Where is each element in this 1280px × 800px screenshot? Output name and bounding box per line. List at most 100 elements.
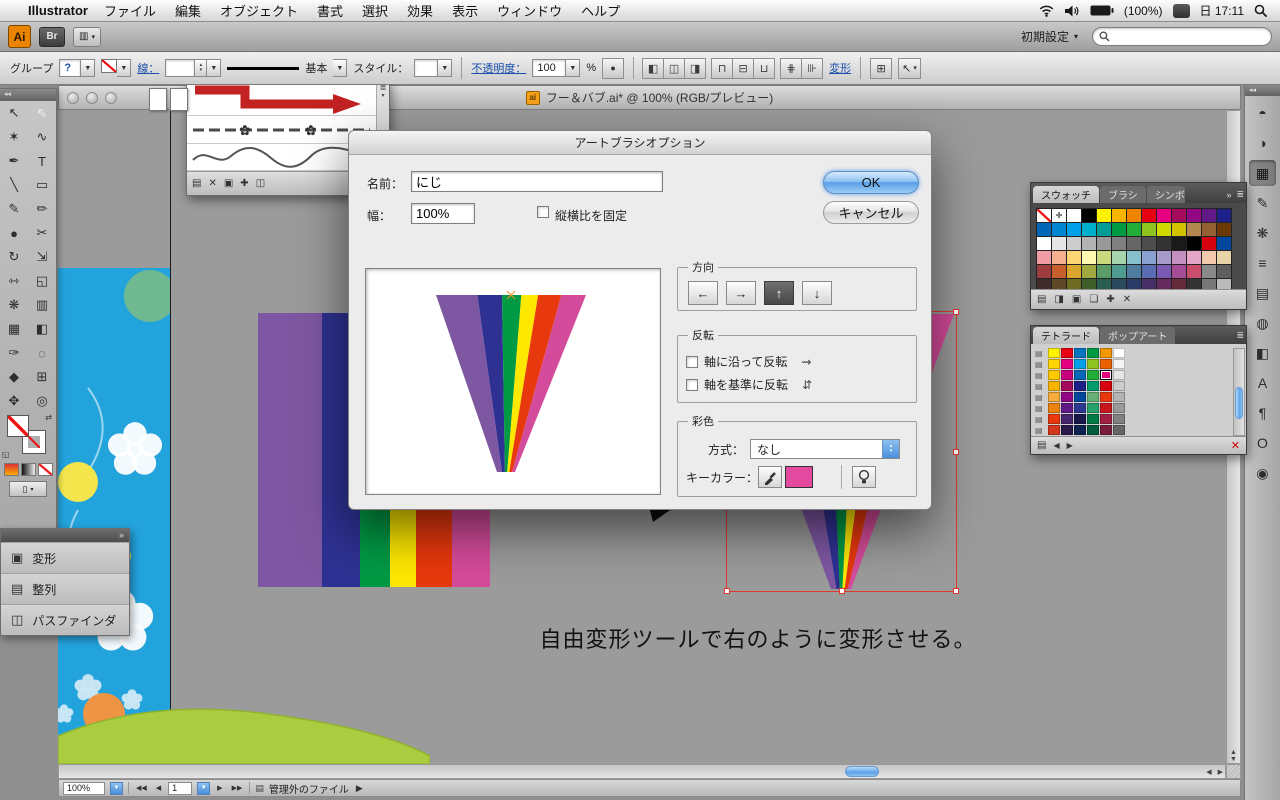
appearance-dropdown-icon[interactable]: ▼ (81, 59, 96, 77)
tab-popart[interactable]: ポップアート (1100, 327, 1176, 344)
swatch[interactable] (1113, 381, 1125, 391)
isolate-selected-object-button[interactable]: ⊞ (870, 57, 893, 79)
swatch[interactable] (1113, 425, 1125, 435)
style-field[interactable] (414, 59, 439, 77)
swatch[interactable] (1074, 359, 1086, 369)
swatch[interactable] (1112, 237, 1126, 250)
swatch[interactable] (1052, 251, 1066, 264)
opacity-link[interactable]: 不透明度： (471, 60, 526, 76)
symbol-sprayer-tool[interactable]: ❋ (0, 293, 28, 317)
scale-tool[interactable]: ⇲ (28, 245, 56, 269)
swatch[interactable] (1087, 425, 1099, 435)
swatch-libraries-icon[interactable]: ▤ (1037, 294, 1046, 305)
select-similar-objects-button[interactable]: ↖ ▾ (898, 57, 921, 79)
swatch[interactable] (1187, 209, 1201, 222)
swatch[interactable] (1100, 403, 1112, 413)
dialog-titlebar[interactable]: アートブラシオプション (349, 131, 931, 155)
swatch[interactable] (1082, 209, 1096, 222)
swatch[interactable] (1037, 251, 1051, 264)
volume-icon[interactable] (1064, 5, 1080, 17)
swatch[interactable] (1187, 265, 1201, 278)
eraser-tool[interactable]: ✂ (28, 221, 56, 245)
tab-tetrad[interactable]: テトラード (1033, 327, 1099, 344)
swatch[interactable] (1100, 370, 1112, 380)
rectangle-tool[interactable]: ▭ (28, 173, 56, 197)
swatch[interactable] (1097, 209, 1111, 222)
color-guide-panel-icon[interactable]: ◑ (1249, 130, 1276, 156)
layers-panel-icon[interactable]: ▤ (1249, 280, 1276, 306)
swatch[interactable] (1113, 392, 1125, 402)
menu-item[interactable]: ファイル (104, 1, 156, 20)
swatch[interactable] (1172, 265, 1186, 278)
swatch[interactable] (1217, 251, 1231, 264)
next-page-button[interactable]: ▶ (215, 784, 224, 792)
fix-ratio-checkbox[interactable] (537, 206, 549, 218)
swatch[interactable] (1172, 223, 1186, 236)
swatch[interactable] (1067, 265, 1081, 278)
swatch[interactable] (1100, 348, 1112, 358)
artwork-green-hill[interactable] (58, 698, 430, 764)
zoom-field[interactable]: 100% (63, 781, 105, 795)
swatch[interactable] (1157, 209, 1171, 222)
arrange-documents-button[interactable]: ▥ ▾ (73, 26, 101, 47)
brush-name-input[interactable] (411, 171, 663, 192)
swatch-group-folder-icon[interactable]: ▤ (1035, 415, 1047, 424)
align-middle-button[interactable]: ⊟ (732, 57, 755, 79)
more-tabs-icon[interactable]: » (1226, 190, 1231, 200)
swatch[interactable] (1087, 370, 1099, 380)
swatch[interactable] (1142, 251, 1156, 264)
fill-swatch[interactable] (7, 415, 29, 437)
align-panel-item[interactable]: ▤ 整列 (1, 573, 129, 604)
battery-icon[interactable] (1090, 5, 1114, 16)
swatch[interactable] (1074, 403, 1086, 413)
zoom-dropdown-icon[interactable]: ▼ (110, 781, 123, 795)
fill-color-dropdown-icon[interactable]: ▼ (117, 59, 132, 77)
swatch[interactable] (1061, 425, 1073, 435)
stroke-weight-stepper[interactable]: ▴ ▾ (195, 59, 208, 77)
swatch[interactable] (1082, 237, 1096, 250)
swatch[interactable] (1142, 223, 1156, 236)
vertical-scroll-arrows[interactable]: ▲ ▼ (1227, 749, 1240, 763)
gradient-panel-icon[interactable]: ◧ (1249, 340, 1276, 366)
transform-link[interactable]: 変形 (829, 60, 851, 76)
tab-swatches[interactable]: スウォッチ (1033, 186, 1099, 203)
swatch[interactable] (1202, 223, 1216, 236)
gradient-tool[interactable]: ◧ (28, 317, 56, 341)
transparency-panel-icon[interactable]: ◍ (1249, 310, 1276, 336)
swatch[interactable] (1097, 251, 1111, 264)
rotate-tool[interactable]: ↻ (0, 245, 28, 269)
swatch[interactable] (1187, 251, 1201, 264)
colorization-tips-button[interactable] (852, 466, 877, 488)
blob-brush-tool[interactable]: ● (0, 221, 28, 245)
stroke-link[interactable]: 線： (137, 60, 159, 76)
swatch-options-icon[interactable]: ▣ (1072, 294, 1081, 305)
tab-symbols[interactable]: シンボ (1146, 186, 1185, 203)
swatch[interactable] (1127, 209, 1141, 222)
brush-dropdown-icon[interactable]: ▼ (333, 59, 348, 77)
prev-group-button[interactable]: ◀ (1053, 441, 1059, 450)
close-window-button[interactable] (67, 91, 79, 104)
swatch[interactable] (1087, 403, 1099, 413)
group-folder-icon[interactable]: ▤ (1037, 440, 1046, 451)
swatch[interactable] (1067, 237, 1081, 250)
panel-menu-icon[interactable]: ≣ (1236, 189, 1244, 200)
gradient-mode-button[interactable] (20, 463, 36, 476)
swatch[interactable] (1172, 251, 1186, 264)
brush-thumbnail[interactable] (149, 88, 167, 111)
horizontal-scrollbar[interactable]: ◀ ▶ (58, 764, 1226, 779)
transform-panel-item[interactable]: ▣ 変形 (1, 542, 129, 573)
workspace-switcher[interactable]: 初期設定 ▾ (1021, 28, 1078, 45)
brush-item-arrow[interactable] (187, 81, 376, 116)
brush-thumbnail[interactable] (170, 88, 188, 111)
minimize-window-button[interactable] (86, 91, 98, 104)
swatch[interactable] (1048, 425, 1060, 435)
type-tool[interactable]: T (28, 149, 56, 173)
window-resize-grip[interactable] (1226, 764, 1241, 779)
stroke-panel-icon[interactable]: ≡ (1249, 250, 1276, 276)
swatch[interactable] (1037, 209, 1051, 222)
swatch[interactable] (1074, 370, 1086, 380)
swatch[interactable] (1061, 359, 1073, 369)
swatch[interactable] (1217, 223, 1231, 236)
swatch[interactable] (1217, 209, 1231, 222)
swatch[interactable]: ✛ (1052, 209, 1066, 222)
